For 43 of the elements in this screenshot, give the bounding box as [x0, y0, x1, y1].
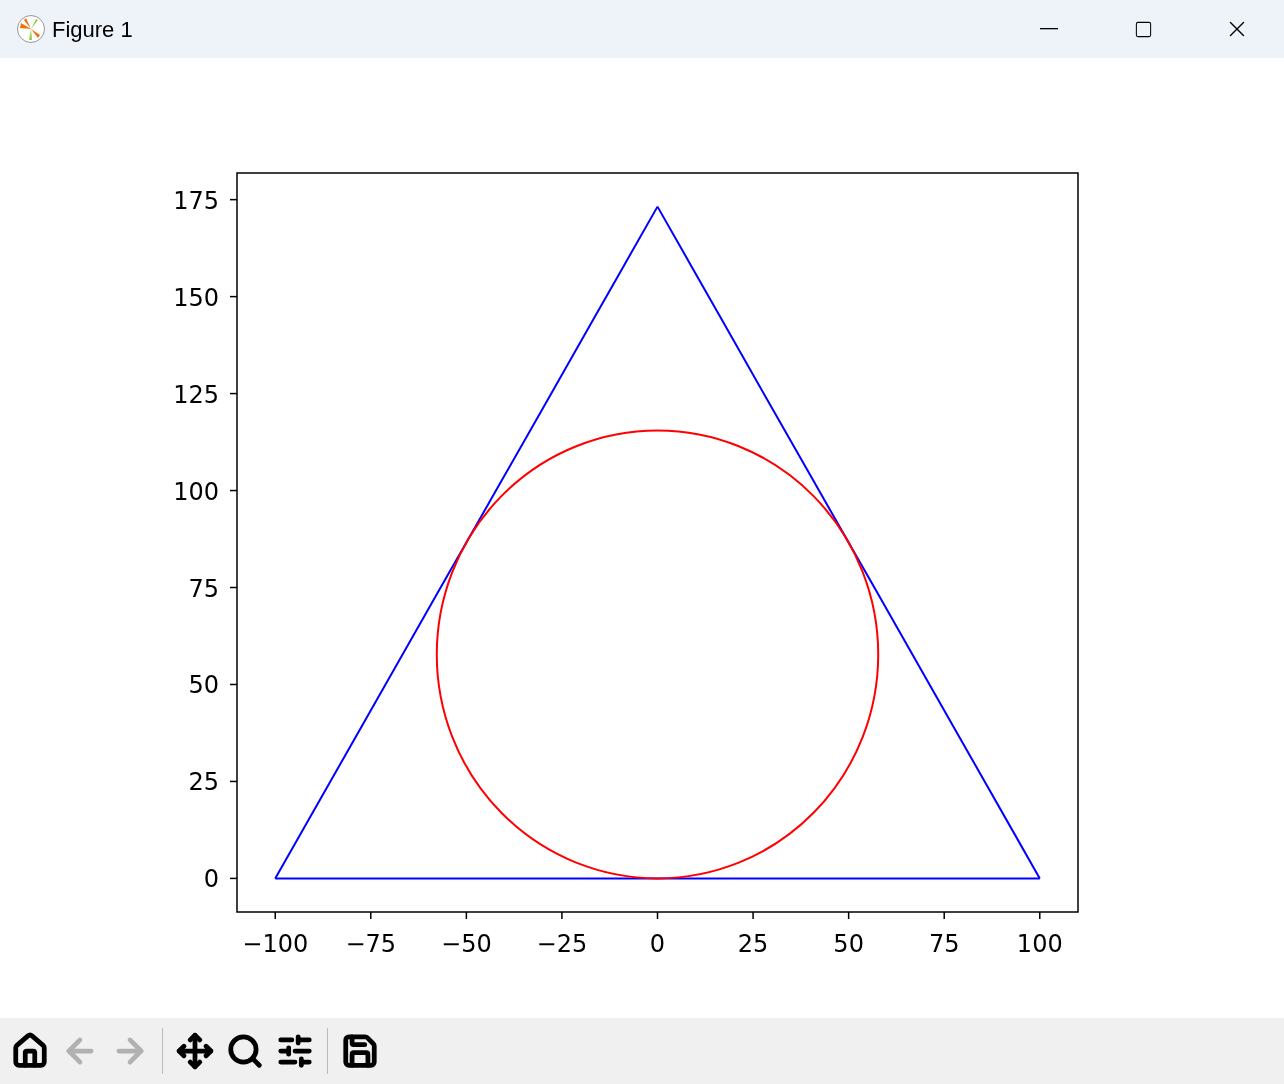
x-tick-label: −50: [441, 930, 492, 958]
y-tick-label: 125: [173, 380, 219, 409]
maximize-icon: [1133, 19, 1153, 39]
y-tick-mark: [229, 683, 238, 686]
y-tick-mark: [229, 780, 238, 783]
y-tick-mark: [229, 198, 238, 201]
y-tick-mark: [229, 877, 238, 880]
y-tick-label: 150: [173, 283, 219, 312]
x-tick-label: −100: [242, 930, 309, 958]
y-tick-mark: [229, 392, 238, 395]
x-tick-label: 0: [649, 930, 666, 958]
x-tick-mark: [943, 911, 945, 920]
x-tick-label: 50: [833, 930, 864, 958]
x-tick-label: 75: [928, 930, 960, 958]
minimize-icon: [1040, 28, 1058, 30]
x-tick-mark: [656, 911, 659, 920]
x-tick-mark: [274, 911, 276, 920]
figure-logo-icon: [16, 14, 46, 44]
y-tick-label: 75: [188, 574, 219, 603]
x-tick-mark: [847, 911, 850, 920]
zoom-magnifier-icon: [226, 1032, 264, 1070]
x-tick-label: −75: [345, 930, 397, 958]
x-tick-label: 100: [1016, 930, 1063, 958]
x-tick-label: −25: [536, 930, 588, 958]
save-icon: [341, 1032, 379, 1070]
x-tick-mark: [370, 911, 372, 920]
y-tick-label: 0: [203, 865, 219, 894]
y-tick-mark: [229, 295, 238, 298]
y-tick-mark: [229, 489, 238, 492]
y-tick-label: 175: [173, 186, 219, 215]
y-tick-label: 100: [173, 477, 219, 506]
y-tick-mark: [229, 586, 238, 589]
x-tick-mark: [1039, 911, 1041, 920]
move-arrows-icon: [176, 1032, 214, 1070]
home-icon: [11, 1032, 49, 1070]
window-title: Figure 1: [52, 15, 133, 44]
x-tick-mark: [561, 911, 563, 920]
x-tick-label: 25: [737, 930, 769, 958]
sliders-icon: [276, 1032, 314, 1070]
x-tick-mark: [752, 911, 754, 920]
x-tick-mark: [465, 911, 468, 920]
y-tick-label: 50: [188, 671, 219, 700]
y-tick-label: 25: [188, 768, 219, 797]
